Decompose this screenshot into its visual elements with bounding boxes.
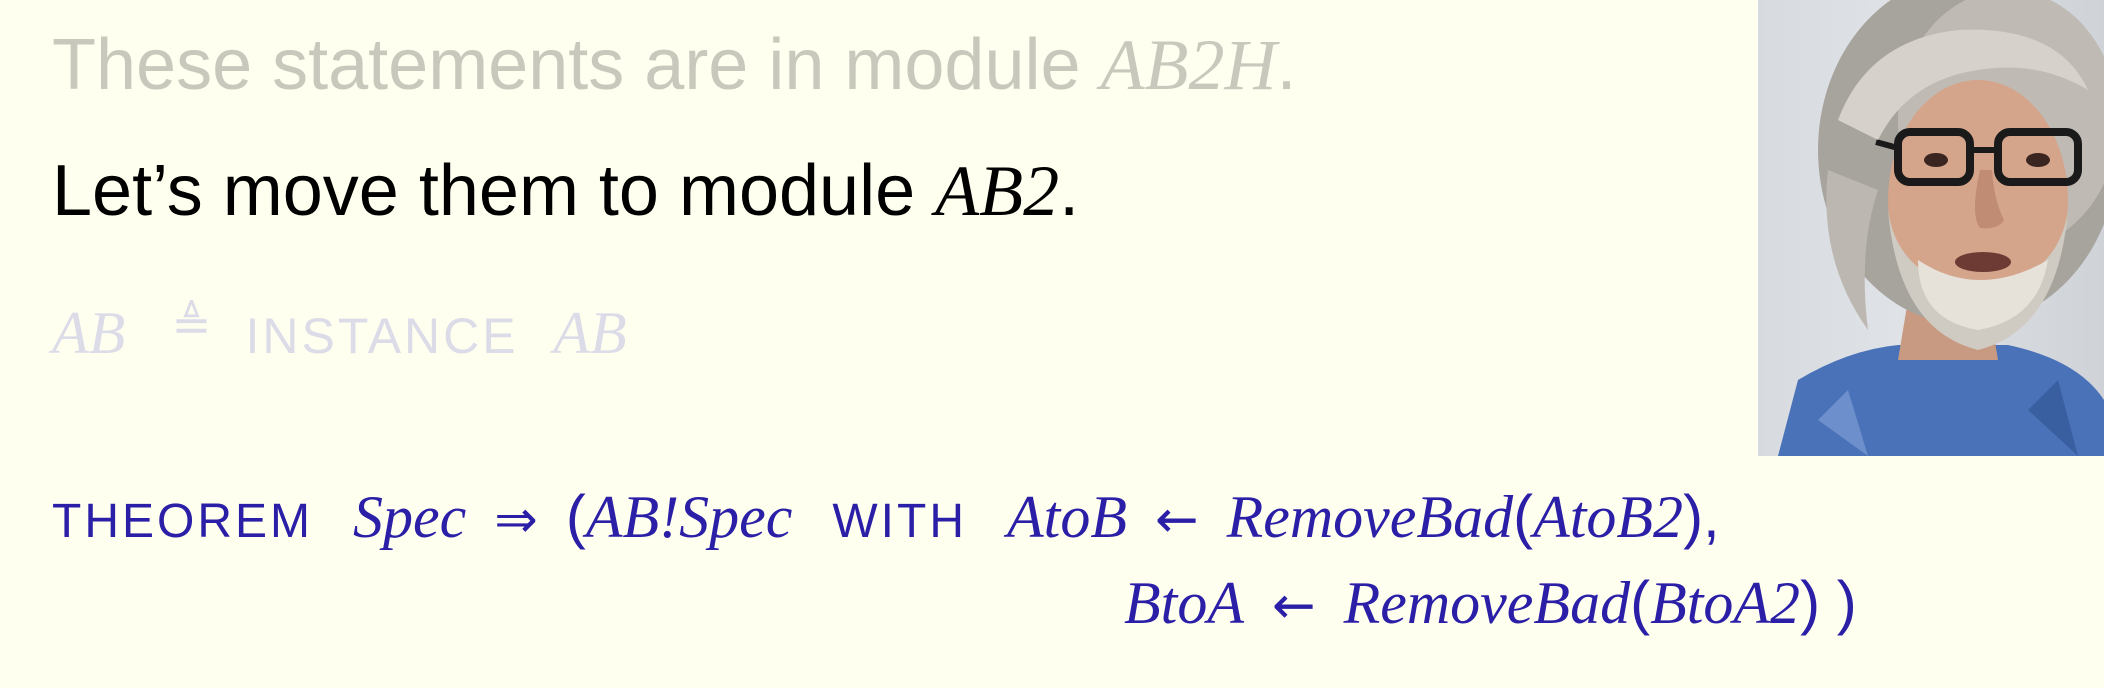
- instance-definition: AB ≜ INSTANCE AB: [52, 298, 627, 368]
- close-parens: ) ): [1800, 569, 1857, 636]
- move-text: Let’s move them to module: [52, 151, 936, 231]
- close-paren-comma: ),: [1683, 483, 1720, 550]
- module-name-ab2h: AB2H: [1100, 25, 1277, 105]
- left-arrow-symbol: ←: [1154, 490, 1199, 550]
- open-paren: (: [565, 483, 586, 550]
- theorem-line-1: THEOREM Spec ⇒ (AB!Spec WITH AtoB ← RemoveBad(A…: [52, 482, 1720, 552]
- statement-period: .: [1276, 25, 1297, 105]
- instance-lhs: AB: [52, 300, 126, 366]
- active-statement-line: Let’s move them to module AB2.: [52, 150, 1079, 233]
- speaker-webcam-video: [1758, 0, 2104, 456]
- spec-name: Spec: [353, 484, 467, 550]
- substitution-var-atob: AtoB: [1007, 484, 1127, 550]
- instance-rhs: AB: [553, 300, 627, 366]
- open-paren-inner: (: [1513, 483, 1534, 550]
- instance-keyword: INSTANCE: [245, 308, 519, 364]
- move-period: .: [1059, 151, 1080, 231]
- statement-text: These statements are in module: [52, 25, 1101, 105]
- with-keyword: WITH: [832, 495, 967, 548]
- defeq-glyph: ≜: [171, 299, 212, 352]
- ab-spec: AB!Spec: [585, 484, 793, 550]
- left-arrow-symbol-2: ←: [1271, 576, 1316, 636]
- remove-bad-operator: RemoveBad: [1226, 484, 1514, 550]
- substitution-var-btoa: BtoA: [1124, 570, 1244, 636]
- module-name-ab2: AB2: [935, 151, 1060, 231]
- faded-statement-line: These statements are in module AB2H.: [52, 24, 1297, 107]
- theorem-keyword: THEOREM: [52, 495, 313, 548]
- substitution-arg-atob2: AtoB2: [1533, 484, 1684, 550]
- implies-symbol: ⇒: [494, 490, 538, 550]
- substitution-arg-btoa2: BtoA2: [1650, 570, 1801, 636]
- theorem-line-2: BtoA ← RemoveBad(BtoA2) ): [1124, 568, 1857, 638]
- speaker-portrait: [1778, 0, 2104, 456]
- remove-bad-operator-2: RemoveBad: [1343, 570, 1631, 636]
- defeq-symbol: ≜: [171, 302, 211, 350]
- open-paren-inner-2: (: [1630, 569, 1651, 636]
